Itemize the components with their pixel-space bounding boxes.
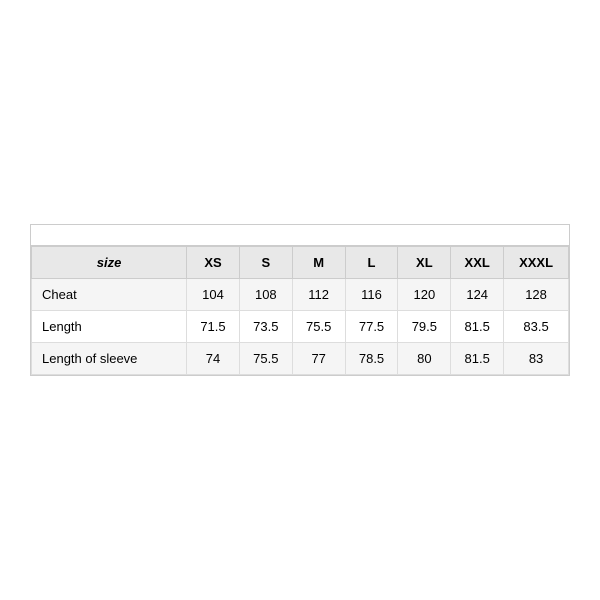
cell-r2-c0: 74: [187, 343, 240, 375]
cell-r2-c1: 75.5: [239, 343, 292, 375]
cell-r0-c2: 112: [292, 279, 345, 311]
cell-r0-c6: 128: [504, 279, 569, 311]
table-title: [31, 225, 569, 246]
table-row: Length71.573.575.577.579.581.583.5: [32, 311, 569, 343]
cell-r2-c4: 80: [398, 343, 451, 375]
cell-r1-c2: 75.5: [292, 311, 345, 343]
size-chart-container: sizeXSSMLXLXXLXXXL Cheat1041081121161201…: [30, 224, 570, 376]
cell-r1-c0: 71.5: [187, 311, 240, 343]
cell-r1-c4: 79.5: [398, 311, 451, 343]
cell-r1-c3: 77.5: [345, 311, 398, 343]
header-l: L: [345, 247, 398, 279]
header-xs: XS: [187, 247, 240, 279]
cell-r2-c3: 78.5: [345, 343, 398, 375]
cell-r0-c4: 120: [398, 279, 451, 311]
row-label-1: Length: [32, 311, 187, 343]
header-xxxl: XXXL: [504, 247, 569, 279]
cell-r1-c6: 83.5: [504, 311, 569, 343]
table-body: Cheat104108112116120124128Length71.573.5…: [32, 279, 569, 375]
cell-r1-c5: 81.5: [451, 311, 504, 343]
cell-r0-c0: 104: [187, 279, 240, 311]
header-xxl: XXL: [451, 247, 504, 279]
cell-r0-c1: 108: [239, 279, 292, 311]
table-header-row: sizeXSSMLXLXXLXXXL: [32, 247, 569, 279]
row-label-2: Length of sleeve: [32, 343, 187, 375]
header-size-label: size: [32, 247, 187, 279]
header-s: S: [239, 247, 292, 279]
table-row: Cheat104108112116120124128: [32, 279, 569, 311]
header-xl: XL: [398, 247, 451, 279]
row-label-0: Cheat: [32, 279, 187, 311]
cell-r1-c1: 73.5: [239, 311, 292, 343]
cell-r0-c5: 124: [451, 279, 504, 311]
header-m: M: [292, 247, 345, 279]
cell-r2-c2: 77: [292, 343, 345, 375]
cell-r2-c5: 81.5: [451, 343, 504, 375]
size-chart-table: sizeXSSMLXLXXLXXXL Cheat1041081121161201…: [31, 246, 569, 375]
cell-r2-c6: 83: [504, 343, 569, 375]
cell-r0-c3: 116: [345, 279, 398, 311]
table-row: Length of sleeve7475.57778.58081.583: [32, 343, 569, 375]
